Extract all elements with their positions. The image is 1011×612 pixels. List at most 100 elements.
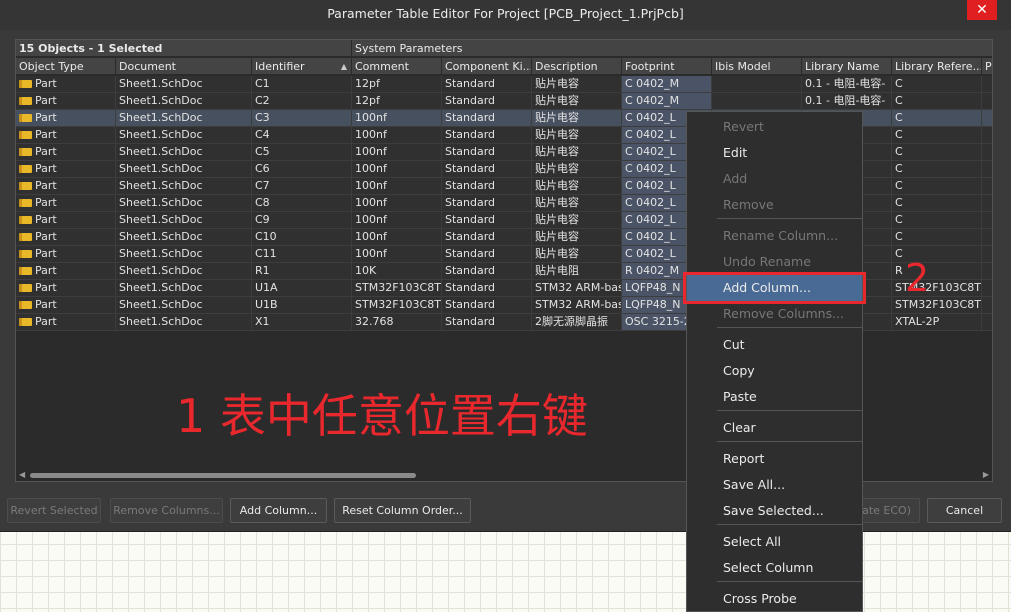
table-cell[interactable]: Part [16,212,116,228]
table-row[interactable]: Part Sheet1.SchDoc C1 12pf Standard 贴片电容 C 040… [16,76,992,93]
table-cell[interactable]: Part [16,144,116,160]
table-cell[interactable]: 0.1 - 电阻-电容- [802,93,892,109]
table-cell[interactable]: 100nf [352,195,442,211]
table-cell[interactable]: C [892,76,982,92]
table-cell[interactable]: Part [16,246,116,262]
table-cell[interactable]: 100nf [352,161,442,177]
menu-item-edit[interactable]: Edit [687,140,862,166]
table-cell[interactable]: Sheet1.SchDoc [116,144,252,160]
table-cell[interactable]: Standard [442,314,532,330]
table-cell[interactable]: Sheet1.SchDoc [116,246,252,262]
table-cell[interactable]: C7 [252,178,352,194]
table-row[interactable]: Part Sheet1.SchDoc C2 12pf Standard 贴片电容 C 040… [16,93,992,110]
menu-item-paste[interactable]: Paste [687,384,862,410]
table-cell[interactable]: Sheet1.SchDoc [116,297,252,313]
table-cell[interactable]: Sheet1.SchDoc [116,195,252,211]
menu-item-cross-probe[interactable]: Cross Probe [687,586,862,611]
revert-selected-button[interactable]: Revert Selected [7,498,101,523]
reset-column-order-button[interactable]: Reset Column Order... [334,498,471,523]
table-cell[interactable]: 10K [352,263,442,279]
table-cell[interactable]: Standard [442,127,532,143]
table-cell[interactable]: C8 [252,195,352,211]
table-cell[interactable]: C [892,161,982,177]
cancel-button[interactable]: Cancel [927,498,1002,523]
table-cell[interactable]: Standard [442,297,532,313]
column-header[interactable]: Footprint [622,58,712,75]
table-cell[interactable]: Sheet1.SchDoc [116,229,252,245]
table-cell[interactable]: Standard [442,93,532,109]
table-cell[interactable]: 贴片电容 [532,195,622,211]
table-cell[interactable]: 100nf [352,127,442,143]
table-cell[interactable]: Part [16,93,116,109]
column-header[interactable]: Identifier ▲ [252,58,352,75]
table-cell[interactable]: Sheet1.SchDoc [116,93,252,109]
table-cell[interactable]: Standard [442,280,532,296]
table-cell[interactable]: Sheet1.SchDoc [116,161,252,177]
table-cell[interactable]: Part [16,161,116,177]
table-cell[interactable]: X1 [252,314,352,330]
menu-item-select-column[interactable]: Select Column [687,555,862,581]
menu-item-cut[interactable]: Cut [687,332,862,358]
table-cell[interactable]: C [892,195,982,211]
table-cell[interactable]: STM32F103C8T6 [352,297,442,313]
table-cell[interactable] [712,76,802,92]
table-cell[interactable]: Part [16,195,116,211]
column-header[interactable]: Object Type [16,58,116,75]
column-header[interactable]: Description [532,58,622,75]
table-cell[interactable]: Part [16,263,116,279]
menu-item-report[interactable]: Report [687,446,862,472]
table-cell[interactable]: C3 [252,110,352,126]
table-cell[interactable]: 100nf [352,212,442,228]
table-cell[interactable]: 贴片电容 [532,127,622,143]
table-cell[interactable]: Part [16,280,116,296]
table-cell[interactable]: C [892,178,982,194]
table-cell[interactable]: C [892,144,982,160]
column-header[interactable]: Pi [982,58,992,75]
menu-item-clear[interactable]: Clear [687,415,862,441]
table-cell[interactable]: Standard [442,76,532,92]
close-button[interactable]: ✕ [967,0,997,20]
table-cell[interactable]: Sheet1.SchDoc [116,212,252,228]
table-cell[interactable]: U1A [252,280,352,296]
table-cell[interactable]: R1 [252,263,352,279]
table-cell[interactable]: C 0402_M [622,76,712,92]
scroll-left-icon[interactable]: ◀ [19,470,25,479]
table-cell[interactable]: XTAL-2P [892,314,982,330]
table-cell[interactable]: Standard [442,263,532,279]
column-header[interactable]: Component Ki... [442,58,532,75]
table-cell[interactable]: Sheet1.SchDoc [116,314,252,330]
table-cell[interactable]: 100nf [352,144,442,160]
table-cell[interactable]: C [892,93,982,109]
table-cell[interactable]: C1 [252,76,352,92]
table-cell[interactable]: 12pf [352,93,442,109]
table-cell[interactable]: C4 [252,127,352,143]
table-cell[interactable]: U1B [252,297,352,313]
scrollbar-thumb[interactable] [30,473,416,478]
table-cell[interactable]: 贴片电容 [532,161,622,177]
table-cell[interactable]: Part [16,297,116,313]
table-cell[interactable]: C [892,127,982,143]
table-cell[interactable]: 100nf [352,246,442,262]
table-cell[interactable]: 100nf [352,178,442,194]
menu-item-remove-columns[interactable]: Remove Columns... [687,301,862,327]
table-cell[interactable]: C5 [252,144,352,160]
table-cell[interactable]: 贴片电容 [532,229,622,245]
table-cell[interactable]: C [892,110,982,126]
table-cell[interactable]: STM32 ARM-base [532,280,622,296]
table-cell[interactable]: 100nf [352,110,442,126]
table-cell[interactable]: Standard [442,161,532,177]
table-cell[interactable]: 贴片电容 [532,178,622,194]
table-cell[interactable]: Part [16,178,116,194]
table-cell[interactable]: C [892,229,982,245]
menu-item-save-selected[interactable]: Save Selected... [687,498,862,524]
table-cell[interactable]: STM32F103C8T6 [352,280,442,296]
column-header[interactable]: Library Name [802,58,892,75]
table-cell[interactable]: C [892,212,982,228]
table-cell[interactable] [712,93,802,109]
scroll-right-icon[interactable]: ▶ [983,470,989,479]
table-cell[interactable]: Standard [442,178,532,194]
table-cell[interactable]: 贴片电容 [532,110,622,126]
table-cell[interactable]: Sheet1.SchDoc [116,127,252,143]
table-cell[interactable]: Sheet1.SchDoc [116,110,252,126]
table-cell[interactable]: C 0402_M [622,93,712,109]
